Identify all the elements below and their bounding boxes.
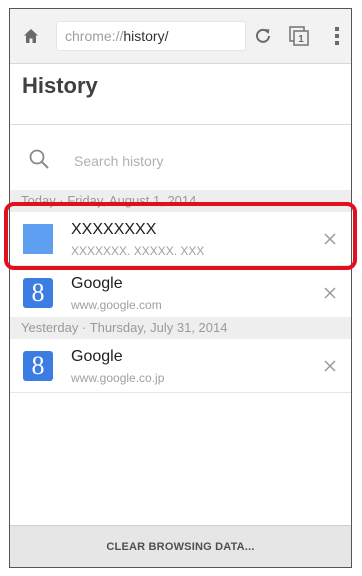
browser-toolbar: chrome://history/ 1 [10,9,351,64]
entry-url: XXXXXXX. XXXXX. XXX [71,244,205,258]
url-scheme: chrome:// [65,28,124,44]
entry-divider [10,392,351,393]
home-button[interactable] [20,25,42,47]
google-icon: 8 [23,351,53,381]
remove-entry-icon[interactable] [321,230,339,248]
search-input[interactable] [72,147,326,175]
entry-url: www.google.com [71,298,162,312]
tab-switcher-icon: 1 [289,26,309,46]
overflow-menu-icon [335,27,339,45]
search-row [10,135,351,185]
page-title: History [22,73,98,98]
blank-page-icon [23,224,53,254]
remove-entry-icon[interactable] [321,357,339,375]
entry-title: XXXXXXXX [71,221,157,238]
reload-button[interactable] [251,22,275,50]
history-entry[interactable]: 8 Google www.google.com [10,266,351,320]
entry-url: www.google.co.jp [71,371,165,385]
remove-entry-icon[interactable] [321,284,339,302]
url-bar[interactable]: chrome://history/ [57,22,245,50]
entry-title: Google [71,348,123,365]
overflow-menu-button[interactable] [328,23,346,49]
clear-browsing-data-button[interactable]: CLEAR BROWSING DATA... [10,525,351,567]
home-icon [24,29,38,43]
browser-frame: chrome://history/ 1 History Search histo… [9,8,352,568]
url-path: history/ [123,28,169,44]
search-icon [29,149,49,169]
entry-title: Google [71,275,123,292]
section-header-today: Today · Friday, August 1, 2014 [10,190,351,212]
google-icon: 8 [23,278,53,308]
reload-icon [256,28,270,43]
title-divider [10,124,351,125]
tab-switcher-button[interactable]: 1 [286,23,312,49]
history-entry[interactable]: XXXXXXXX XXXXXXX. XXXXX. XXX [10,212,351,266]
section-header-yesterday: Yesterday · Thursday, July 31, 2014 [10,317,351,339]
tab-count: 1 [298,34,304,45]
history-entry[interactable]: 8 Google www.google.co.jp [10,339,351,393]
